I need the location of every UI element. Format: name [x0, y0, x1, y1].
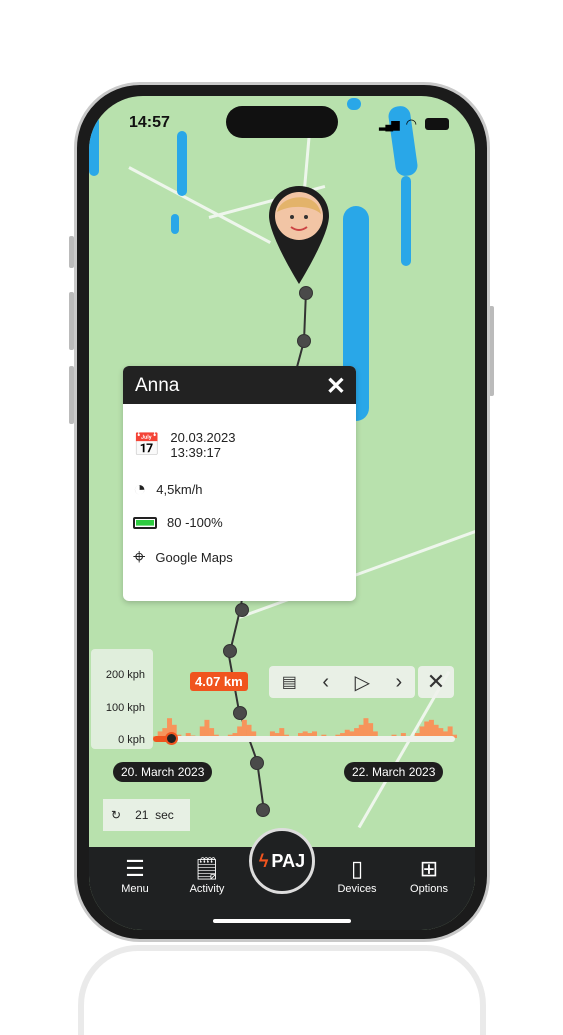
- route-point[interactable]: [256, 803, 270, 817]
- map-pin-icon: ⌖: [133, 544, 146, 569]
- signal-icon: ▂▄▆: [378, 118, 400, 131]
- nav-options[interactable]: ⊞ Options: [399, 847, 459, 930]
- nav-label: Devices: [337, 883, 377, 895]
- y-tick: 200 kph: [105, 669, 145, 681]
- y-tick: 100 kph: [105, 702, 145, 714]
- device-name: Anna: [135, 375, 180, 396]
- dynamic-island: [226, 106, 338, 138]
- notes-icon[interactable]: ▤: [282, 672, 297, 692]
- speedometer-icon: ◔: [133, 476, 147, 501]
- device-location-pin[interactable]: [267, 184, 331, 293]
- activity-icon: 🗒: [193, 856, 221, 881]
- slider-handle[interactable]: [165, 732, 179, 745]
- battery-icon: [425, 118, 449, 130]
- refresh-icon: ↻: [111, 808, 122, 822]
- google-maps-link[interactable]: Google Maps: [155, 550, 232, 565]
- speed-axis: 200 kph 100 kph 0 kph: [91, 649, 153, 749]
- wifi-icon: ◠: [405, 116, 417, 131]
- phone-reflection: [78, 945, 486, 1035]
- nav-menu[interactable]: ☰ Menu: [105, 847, 165, 930]
- interval-value: 21: [135, 808, 149, 822]
- paj-logo-button[interactable]: ϟ PAJ: [249, 828, 315, 894]
- battery-level-icon: [133, 516, 157, 529]
- start-date: 20. March 2023: [113, 762, 213, 782]
- close-popup-button[interactable]: ✕: [326, 372, 346, 401]
- bolt-icon: ϟ: [258, 850, 269, 871]
- interval-unit: sec: [155, 808, 174, 822]
- close-playback-button[interactable]: ✕: [418, 666, 454, 698]
- timeline-slider[interactable]: [153, 732, 455, 745]
- route-point[interactable]: [297, 334, 311, 348]
- nav-label: Options: [410, 883, 448, 895]
- nav-devices[interactable]: ▯ Devices: [327, 847, 387, 930]
- refresh-interval[interactable]: ↻ 21 sec: [103, 799, 190, 831]
- date: 20.03.2023: [170, 430, 236, 445]
- phone-icon: ▯: [350, 856, 364, 881]
- battery: 80 -100%: [167, 515, 223, 530]
- nav-activity[interactable]: 🗒 Activity: [177, 847, 237, 930]
- logo-text: PAJ: [271, 850, 306, 871]
- play-button[interactable]: ▷: [355, 670, 370, 695]
- nav-label: Menu: [121, 883, 149, 895]
- route-point[interactable]: [235, 603, 249, 617]
- time: 13:39:17: [170, 445, 222, 460]
- status-icons: ▂▄▆ ◠: [379, 116, 449, 132]
- playback-controls: ▤ ‹ ▷ ›: [269, 666, 415, 698]
- nav-label: Activity: [189, 883, 225, 895]
- route-point[interactable]: [223, 644, 237, 658]
- hamburger-icon: ☰: [125, 856, 145, 881]
- device-info-popup: Anna ✕ 📅 20.03.2023 13:39:17 ◔ 4,5km/h 80 -1…: [123, 366, 356, 601]
- status-time: 14:57: [129, 114, 170, 131]
- speed: 4,5km/h: [156, 481, 203, 497]
- route-point[interactable]: [250, 756, 264, 770]
- previous-button[interactable]: ‹: [322, 671, 329, 694]
- calendar-icon: 📅: [133, 432, 161, 457]
- y-tick: 0 kph: [118, 734, 145, 746]
- end-date: 22. March 2023: [344, 762, 444, 782]
- home-indicator: [213, 919, 351, 923]
- distance-badge: 4.07 km: [190, 672, 248, 691]
- app-screen: 14:57 ▂▄▆ ◠ Anna ✕ 📅 20.03.2023 13:39:17 ◔ 4…: [89, 96, 475, 930]
- grid-icon: ⊞: [419, 856, 439, 881]
- next-button[interactable]: ›: [396, 671, 403, 694]
